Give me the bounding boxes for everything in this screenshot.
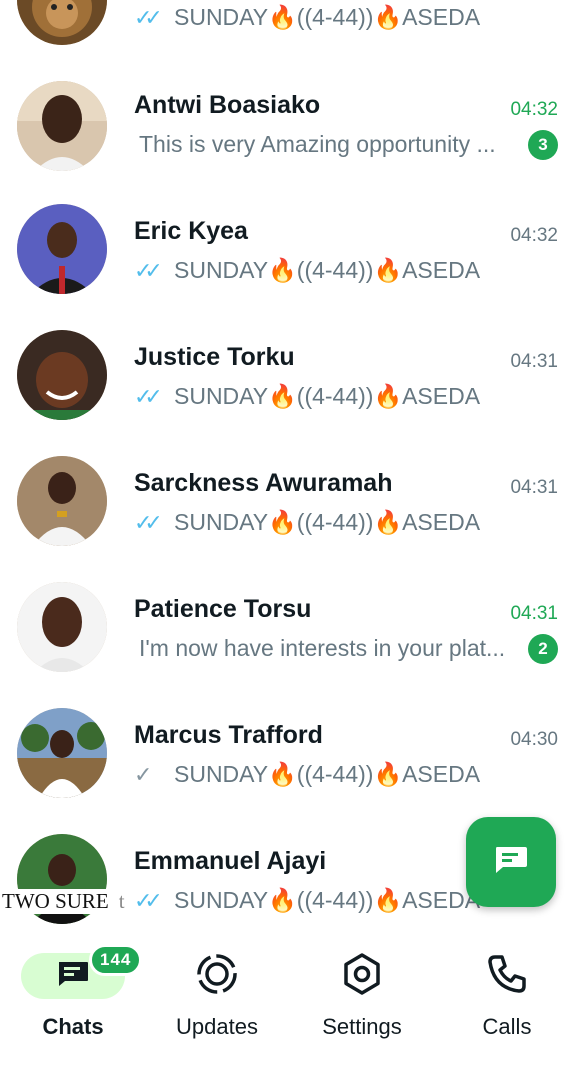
chat-preview: This is very Amazing opportunity ... — [139, 131, 496, 158]
double-check-icon: ✓✓ — [134, 383, 163, 409]
bottom-nav: 144 Chats Updates Settings Calls — [0, 925, 580, 1080]
nav-label: Calls — [482, 1014, 532, 1039]
unread-badge: 2 — [528, 634, 558, 664]
lion-avatar — [17, 0, 107, 45]
unread-badge: 3 — [528, 130, 558, 160]
chat-preview-text: I'm now have interests in your plat... — [139, 635, 506, 661]
chat-row[interactable]: ✓✓ SUNDAY🔥((4-44))🔥ASEDA — [0, 0, 580, 67]
nav-settings[interactable]: Settings — [292, 950, 432, 1040]
chat-row[interactable]: Marcus Trafford 04:30 ✓ SUNDAY🔥((4-44))🔥… — [0, 697, 580, 823]
nav-label: Chats — [42, 1014, 104, 1039]
chat-time: 04:31 — [510, 603, 558, 624]
nav-updates[interactable]: Updates — [147, 950, 287, 1040]
chat-time: 04:31 — [510, 477, 558, 498]
chat-row[interactable]: Eric Kyea 04:32 ✓✓ SUNDAY🔥((4-44))🔥ASEDA — [0, 193, 580, 319]
new-chat-icon — [493, 845, 529, 880]
new-chat-button[interactable] — [466, 817, 556, 907]
chat-preview: ✓✓ SUNDAY🔥((4-44))🔥ASEDA — [134, 887, 480, 914]
chat-preview: ✓✓ SUNDAY🔥((4-44))🔥ASEDA — [134, 257, 480, 284]
chat-name: Marcus Trafford — [134, 721, 323, 749]
chat-name: Patience Torsu — [134, 595, 312, 623]
chat-preview-text: SUNDAY🔥((4-44))🔥ASEDA — [174, 383, 481, 409]
chat-preview: ✓✓ SUNDAY🔥((4-44))🔥ASEDA — [134, 509, 480, 536]
chat-preview-text: SUNDAY🔥((4-44))🔥ASEDA — [174, 761, 481, 787]
chat-name: Eric Kyea — [134, 217, 248, 245]
nav-chats[interactable]: 144 Chats — [3, 944, 143, 1040]
calls-icon — [487, 954, 527, 999]
double-check-icon: ✓✓ — [134, 4, 163, 30]
double-check-icon: ✓✓ — [134, 509, 163, 535]
chat-preview-text: This is very Amazing opportunity ... — [139, 131, 496, 157]
double-check-icon: ✓✓ — [134, 887, 163, 913]
chat-preview-text: SUNDAY🔥((4-44))🔥ASEDA — [174, 257, 481, 283]
chat-preview-text: SUNDAY🔥((4-44))🔥ASEDA — [174, 4, 481, 30]
chat-preview: I'm now have interests in your plat... — [139, 635, 505, 662]
chat-time: 04:32 — [510, 99, 558, 120]
chats-count-badge: 144 — [89, 944, 143, 976]
settings-icon — [340, 952, 384, 1001]
single-check-icon: ✓ — [134, 761, 153, 787]
chat-row[interactable]: Patience Torsu 04:31 I'm now have intere… — [0, 571, 580, 697]
man-avatar — [17, 81, 107, 171]
chat-preview: ✓✓ SUNDAY🔥((4-44))🔥ASEDA — [134, 383, 480, 410]
chat-preview: ✓✓ SUNDAY🔥((4-44))🔥ASEDA — [134, 4, 480, 31]
chat-name: Antwi Boasiako — [134, 91, 321, 119]
chat-list: ✓✓ SUNDAY🔥((4-44))🔥ASEDA Antwi Boasiako … — [0, 0, 580, 925]
woman-outdoor-avatar — [17, 708, 107, 798]
nav-label: Settings — [322, 1014, 402, 1039]
chat-name: Sarckness Awuramah — [134, 469, 393, 497]
double-check-icon: ✓✓ — [134, 257, 163, 283]
woman-braids-avatar — [17, 330, 107, 420]
chat-row[interactable]: Justice Torku 04:31 ✓✓ SUNDAY🔥((4-44))🔥A… — [0, 319, 580, 445]
nav-label: Updates — [176, 1014, 258, 1039]
chats-icon — [56, 960, 90, 993]
chat-row[interactable]: Sarckness Awuramah 04:31 ✓✓ SUNDAY🔥((4-4… — [0, 445, 580, 571]
chat-preview-text: SUNDAY🔥((4-44))🔥ASEDA — [174, 509, 481, 535]
overlay-label: TWO SURE — [2, 889, 109, 913]
chat-name: Justice Torku — [134, 343, 295, 371]
overlay-text: TWO SURE t — [0, 889, 127, 914]
chat-time: 04:31 — [510, 351, 558, 372]
chat-preview-text: SUNDAY🔥((4-44))🔥ASEDA — [174, 887, 481, 913]
chat-time: 04:30 — [510, 729, 558, 750]
chat-name: Emmanuel Ajayi — [134, 847, 327, 875]
updates-icon — [195, 952, 239, 1001]
chat-row[interactable]: Antwi Boasiako 04:32 This is very Amazin… — [0, 67, 580, 193]
man-white-outfit-avatar — [17, 456, 107, 546]
nav-calls[interactable]: Calls — [437, 950, 577, 1040]
chat-preview: ✓ SUNDAY🔥((4-44))🔥ASEDA — [134, 761, 480, 788]
woman-avatar — [17, 582, 107, 672]
man-red-tie-avatar — [17, 204, 107, 294]
chat-time: 04:32 — [510, 225, 558, 246]
overlay-trailing: t — [118, 889, 125, 913]
